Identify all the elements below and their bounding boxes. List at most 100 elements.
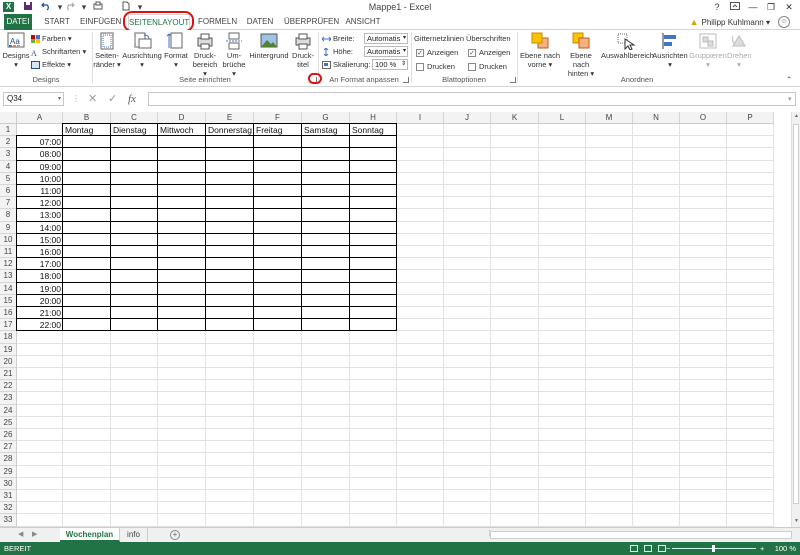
bring-forward-button[interactable]: Ebene nach vorne ▾ [519,32,561,69]
row-header-20[interactable]: 20 [0,355,17,368]
row-header-18[interactable]: 18 [0,331,17,344]
row-header-25[interactable]: 25 [0,416,17,429]
designs-button[interactable]: Aa Designs ▾ [2,32,30,69]
tab-ansicht[interactable]: ANSICHT [344,14,382,30]
align-button[interactable]: Ausrichten ▾ [651,32,689,69]
feedback-smiley-icon[interactable]: ☺ [778,16,790,28]
row-header-21[interactable]: 21 [0,368,17,381]
redo-dropdown-icon[interactable]: ▾ [78,1,90,13]
sheet-tab-info[interactable]: info [120,528,148,542]
sheet-options-launcher-icon[interactable] [510,77,516,83]
name-box[interactable]: Q34 ▾ [3,92,64,106]
row-header-5[interactable]: 5 [0,172,17,185]
scroll-down-icon[interactable]: ▼ [792,518,800,526]
save-icon[interactable] [22,1,34,13]
add-sheet-button[interactable]: + [170,530,180,540]
row-header-29[interactable]: 29 [0,465,17,478]
margins-button[interactable]: Seiten-ränder ▾ [92,32,122,69]
column-header-l[interactable]: L [539,112,586,124]
headings-print-checkbox[interactable]: Drucken [468,61,507,72]
row-header-14[interactable]: 14 [0,282,17,295]
collapse-ribbon-icon[interactable]: ⌃ [786,74,792,85]
row-header-17[interactable]: 17 [0,319,17,332]
row-header-19[interactable]: 19 [0,343,17,356]
row-header-27[interactable]: 27 [0,441,17,454]
column-header-j[interactable]: J [444,112,491,124]
help-button[interactable]: ? [708,0,726,14]
effects-button[interactable]: Effekte ▾ [31,59,71,70]
horizontal-scrollbar[interactable] [490,531,792,539]
rotate-button[interactable]: Drehen ▾ [727,32,752,69]
headings-view-checkbox[interactable]: ✓ Anzeigen [468,47,510,58]
orientation-button[interactable]: Ausrichtung ▾ [122,32,162,69]
tab-start[interactable]: START [40,14,74,30]
scroll-up-icon[interactable]: ▲ [792,113,800,121]
user-account[interactable]: ▲ Philipp Kuhlmann ▾ [690,14,770,31]
zoom-in-icon[interactable]: + [760,542,764,555]
row-header-22[interactable]: 22 [0,380,17,393]
vertical-scrollbar[interactable]: ▲ ▼ [791,112,800,527]
column-header-i[interactable]: I [397,112,444,124]
zoom-slider-handle[interactable] [712,545,715,552]
zoom-out-icon[interactable]: − [666,542,670,555]
background-button[interactable]: Hintergrund [248,32,290,60]
row-header-28[interactable]: 28 [0,453,17,466]
tab-daten[interactable]: DATEN [244,14,276,30]
excel-logo-icon[interactable]: X [3,2,14,12]
scale-launcher-icon[interactable] [403,77,409,83]
row-header-33[interactable]: 33 [0,514,17,527]
row-header-31[interactable]: 31 [0,490,17,503]
height-select[interactable]: Automatis ▾ [364,46,408,57]
row-header-30[interactable]: 30 [0,477,17,490]
column-header-p[interactable]: P [727,112,774,124]
tab-datei[interactable]: DATEI [4,14,32,30]
redo-icon[interactable] [64,1,76,13]
row-header-3[interactable]: 3 [0,148,17,161]
expand-formula-icon[interactable]: ▾ [788,93,792,107]
close-button[interactable]: ✕ [780,0,798,14]
row-header-24[interactable]: 24 [0,404,17,417]
sheet-tab-wochenplan[interactable]: Wochenplan [60,528,120,542]
row-header-12[interactable]: 12 [0,258,17,271]
colors-button[interactable]: Farben ▾ [31,33,72,44]
drag-handle-icon[interactable]: ⋮ [72,92,80,106]
gridlines-print-checkbox[interactable]: Drucken [416,61,455,72]
formula-input[interactable] [148,92,796,106]
select-all-corner[interactable] [0,112,17,124]
row-header-26[interactable]: 26 [0,429,17,442]
print-preview-icon[interactable] [92,1,104,13]
tab-formeln[interactable]: FORMELN [198,14,237,30]
row-header-6[interactable]: 6 [0,185,17,198]
row-header-9[interactable]: 9 [0,221,17,234]
restore-button[interactable]: ❐ [762,0,780,14]
row-header-23[interactable]: 23 [0,392,17,405]
row-header-1[interactable]: 1 [0,124,17,137]
column-header-m[interactable]: M [586,112,633,124]
normal-view-icon[interactable] [630,545,638,552]
row-header-32[interactable]: 32 [0,502,17,515]
column-header-n[interactable]: N [633,112,680,124]
cancel-icon[interactable]: ✕ [88,92,97,106]
send-backward-button[interactable]: Ebene nach hinten ▾ [561,32,601,78]
row-header-2[interactable]: 2 [0,136,17,149]
page-layout-view-icon[interactable] [644,545,652,552]
print-area-button[interactable]: Druck-bereich ▾ [190,32,220,78]
row-header-7[interactable]: 7 [0,197,17,210]
row-header-11[interactable]: 11 [0,246,17,259]
prev-sheet-icon[interactable]: ◀ [18,530,23,538]
column-header-o[interactable]: O [680,112,727,124]
worksheet-grid[interactable]: A B C D E F G H I J K L M N O P 1 2 3 4 5 6 7 8 9 10 11 12 13 14 15 16 1… [0,112,791,527]
row-header-10[interactable]: 10 [0,233,17,246]
minimize-button[interactable]: — [744,0,762,14]
zoom-level[interactable]: 100 % [775,542,796,555]
group-button[interactable]: Gruppieren ▾ [689,32,727,69]
breaks-button[interactable]: Um-brüche ▾ [220,32,248,78]
row-header-15[interactable]: 15 [0,294,17,307]
fonts-button[interactable]: A Schriftarten ▾ [31,46,86,58]
size-button[interactable]: Format ▾ [162,32,190,69]
row-header-8[interactable]: 8 [0,209,17,222]
column-header-a[interactable]: A [17,112,63,124]
tab-einfuegen[interactable]: EINFÜGEN [80,14,121,30]
undo-icon[interactable] [40,1,52,13]
insert-function-icon[interactable]: fx [128,92,136,106]
